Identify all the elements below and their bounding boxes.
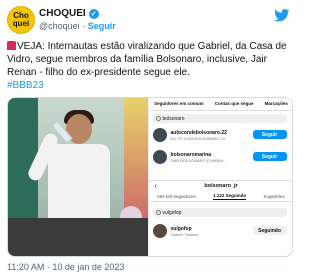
verified-badge-icon: ✓: [88, 8, 99, 19]
screenshot-row-2: bolsonaromarina JAIR BOLSONARO E MARIA..…: [152, 150, 291, 166]
siren-emoji-icon: [7, 41, 16, 50]
screenshot-search-1-text: bolsonaro: [162, 115, 185, 122]
account-name[interactable]: CHOQUEI ✓: [39, 8, 99, 19]
separator: ·: [82, 21, 86, 31]
account-handle[interactable]: @choquei: [39, 21, 80, 31]
back-arrow-icon: ‹: [154, 182, 157, 190]
screenshot-row-1-sub: EU TÔ COM BOLSONARO 22: [170, 136, 226, 141]
photo-table: [8, 218, 148, 256]
media-photo[interactable]: [8, 98, 148, 256]
screenshot-ptab-followers: 692 Mil Seguidores: [157, 193, 196, 199]
screenshot-profile-tabs: 692 Mil Seguidores 1.122 Seguindo Sugest…: [148, 191, 292, 202]
screenshot-search-2: vulgofop: [152, 208, 287, 217]
follow-button[interactable]: Seguir: [88, 21, 116, 31]
screenshot-tab-2: Contas que segue: [214, 101, 254, 106]
screenshot-search-1: bolsonaro: [152, 114, 287, 123]
avatar-text-bottom: quei: [12, 19, 30, 28]
screenshot-ptab-following: 1.122 Seguindo: [213, 192, 247, 200]
display-name[interactable]: CHOQUEI: [39, 8, 86, 19]
screenshot-ptab-suggestions: Sugestões: [263, 193, 285, 199]
screenshot-row-1: autocondebolsonaro.22 EU TÔ COM BOLSONAR…: [152, 128, 291, 144]
avatar[interactable]: Cho quei: [7, 6, 35, 34]
screenshot-row-3: vulgofop Gabriel Tavares Seguindo: [152, 224, 291, 240]
tweet-media[interactable]: Seguidores em comum Contas que segue Mar…: [7, 97, 293, 257]
screenshot-tab-3: Marcações: [264, 101, 288, 106]
screenshot-profile-name: bolsonaro_jr: [204, 183, 238, 189]
screenshot-row-3-avatar: [152, 224, 167, 238]
screenshot-row-2-button: Seguir: [252, 152, 287, 161]
tweet-timestamp[interactable]: 11:20 AM · 10 de jan de 2023: [7, 262, 124, 272]
tweet-text: VEJA: Internautas estão viralizando que …: [7, 40, 295, 92]
screenshot-tabs: Seguidores em comum Contas que segue Mar…: [148, 101, 292, 111]
screenshot-row-3-button: Seguindo: [252, 226, 287, 235]
screenshot-row-2-sub: JAIR BOLSONARO E MARIA...: [170, 158, 227, 163]
screenshot-row-1-avatar: [152, 128, 167, 142]
screenshot-profile-header: ‹ bolsonaro_jr: [148, 180, 292, 191]
screenshot-row-2-avatar: [152, 150, 167, 164]
screenshot-tab-1: Seguidores em comum: [154, 101, 204, 106]
tweet-card: Cho quei CHOQUEI ✓ @choquei · Seguir VEJ…: [0, 0, 300, 279]
handle-line: @choquei · Seguir: [39, 21, 116, 31]
hashtag-link[interactable]: #BBB23: [7, 80, 44, 91]
screenshot-search-2-text: vulgofop: [162, 209, 182, 216]
media-screenshot[interactable]: Seguidores em comum Contas que segue Mar…: [147, 98, 292, 256]
tweet-body: VEJA: Internautas estão viralizando que …: [7, 41, 287, 78]
screenshot-row-3-sub: Gabriel Tavares: [170, 232, 199, 237]
screenshot-row-1-button: Seguir: [252, 130, 287, 139]
twitter-bird-icon: [274, 9, 290, 22]
